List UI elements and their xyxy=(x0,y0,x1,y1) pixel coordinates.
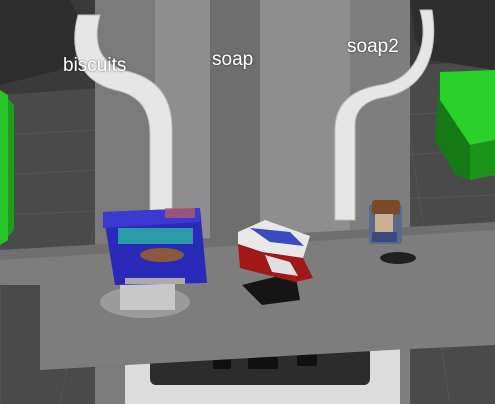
soap2-bottle[interactable] xyxy=(369,200,402,244)
soap2-label: soap2 xyxy=(347,36,399,57)
green-shelf-left xyxy=(0,90,14,245)
biscuits-box[interactable] xyxy=(103,208,207,285)
biscuits-label: biscuits xyxy=(63,55,127,76)
soap-label: soap xyxy=(212,49,254,70)
soap2-shadow xyxy=(380,252,416,264)
